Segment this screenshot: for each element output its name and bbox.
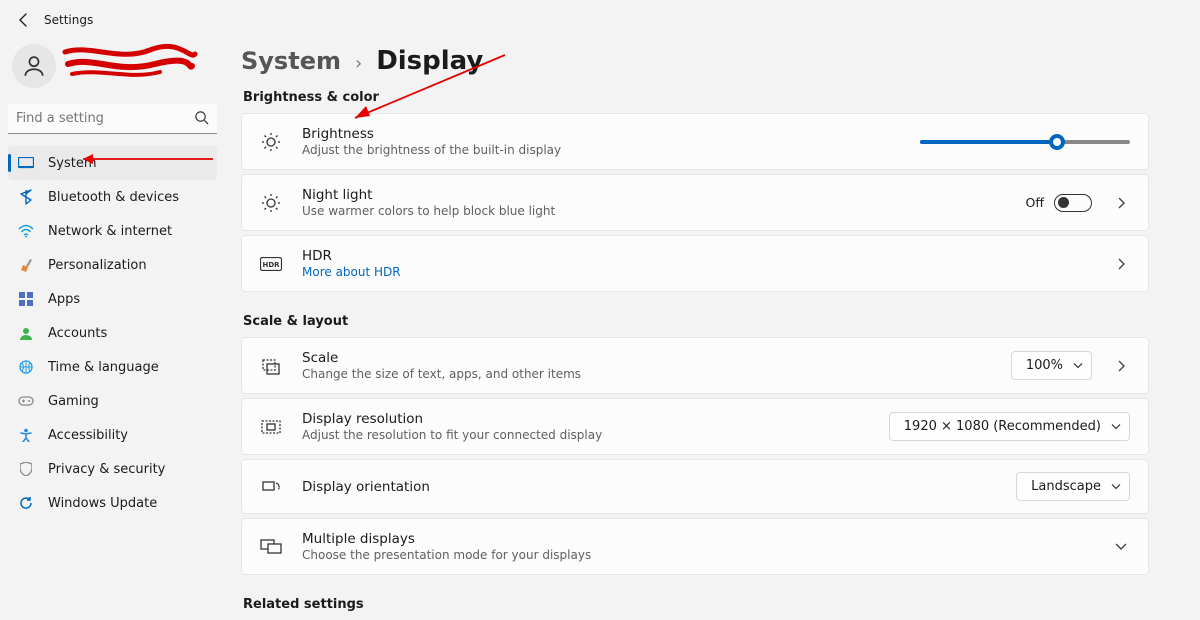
- main-content: System › Display Brightness & color Brig…: [225, 40, 1185, 620]
- scale-value: 100%: [1026, 358, 1063, 373]
- orientation-title: Display orientation: [302, 479, 996, 495]
- sidebar-item-label: Apps: [48, 292, 80, 307]
- bluetooth-icon: [18, 189, 34, 205]
- chevron-down-icon: [1073, 358, 1083, 373]
- brightness-title: Brightness: [302, 126, 900, 142]
- multiple-displays-icon: [260, 536, 282, 558]
- apps-icon: [18, 291, 34, 307]
- sidebar-item-label: Gaming: [48, 394, 99, 409]
- sidebar-item-system[interactable]: System: [8, 146, 217, 180]
- hdr-title: HDR: [302, 248, 1092, 264]
- chevron-down-icon: [1111, 419, 1121, 434]
- sun-icon: [260, 131, 282, 153]
- orientation-card[interactable]: Display orientation Landscape: [241, 459, 1149, 514]
- chevron-down-icon[interactable]: [1112, 538, 1130, 556]
- chevron-down-icon: [1111, 479, 1121, 494]
- section-heading-brightness-color: Brightness & color: [243, 90, 1149, 105]
- orientation-icon: [260, 476, 282, 498]
- scale-card[interactable]: Scale Change the size of text, apps, and…: [241, 337, 1149, 394]
- back-button[interactable]: [10, 6, 38, 34]
- breadcrumb-parent[interactable]: System: [241, 47, 341, 75]
- night-light-toggle[interactable]: [1054, 194, 1092, 212]
- gamepad-icon: [18, 393, 34, 409]
- breadcrumb-separator: ›: [355, 53, 362, 74]
- sidebar-item-label: Personalization: [48, 258, 147, 273]
- sidebar-item-windows-update[interactable]: Windows Update: [8, 486, 217, 520]
- hdr-icon: HDR: [260, 253, 282, 275]
- scale-icon: [260, 355, 282, 377]
- brightness-card[interactable]: Brightness Adjust the brightness of the …: [241, 113, 1149, 170]
- multiple-displays-card[interactable]: Multiple displays Choose the presentatio…: [241, 518, 1149, 575]
- sidebar-item-label: Accounts: [48, 326, 107, 341]
- multiple-displays-title: Multiple displays: [302, 531, 1092, 547]
- breadcrumb: System › Display: [241, 46, 1149, 76]
- sidebar-item-time-language[interactable]: Time & language: [8, 350, 217, 384]
- chevron-right-icon[interactable]: [1112, 194, 1130, 212]
- sidebar: System Bluetooth & devices Network & int…: [0, 40, 225, 620]
- sidebar-item-label: System: [48, 156, 96, 171]
- night-light-toggle-label: Off: [1026, 195, 1044, 210]
- orientation-dropdown[interactable]: Landscape: [1016, 472, 1130, 501]
- sidebar-item-personalization[interactable]: Personalization: [8, 248, 217, 282]
- svg-text:HDR: HDR: [262, 261, 280, 269]
- night-light-card[interactable]: Night light Use warmer colors to help bl…: [241, 174, 1149, 231]
- sidebar-item-label: Windows Update: [48, 496, 157, 511]
- update-icon: [18, 495, 34, 511]
- multiple-displays-sub: Choose the presentation mode for your di…: [302, 548, 1092, 562]
- search-icon: [194, 110, 209, 129]
- scale-dropdown[interactable]: 100%: [1011, 351, 1092, 380]
- resolution-card[interactable]: Display resolution Adjust the resolution…: [241, 398, 1149, 455]
- chevron-right-icon[interactable]: [1112, 357, 1130, 375]
- resolution-title: Display resolution: [302, 411, 869, 427]
- wifi-icon: [18, 223, 34, 239]
- resolution-icon: [260, 416, 282, 438]
- profile-block[interactable]: [8, 40, 217, 100]
- chevron-right-icon[interactable]: [1112, 255, 1130, 273]
- accessibility-icon: [18, 427, 34, 443]
- sidebar-item-apps[interactable]: Apps: [8, 282, 217, 316]
- orientation-value: Landscape: [1031, 479, 1101, 494]
- brush-icon: [18, 257, 34, 273]
- search-input[interactable]: [8, 104, 217, 134]
- scale-title: Scale: [302, 350, 991, 366]
- window-title: Settings: [44, 13, 93, 27]
- brightness-slider[interactable]: [920, 140, 1130, 144]
- resolution-sub: Adjust the resolution to fit your connec…: [302, 428, 869, 442]
- accounts-icon: [18, 325, 34, 341]
- section-heading-scale-layout: Scale & layout: [243, 314, 1149, 329]
- section-heading-related: Related settings: [243, 597, 1149, 612]
- redaction-scribble: [60, 40, 200, 84]
- sidebar-item-bluetooth[interactable]: Bluetooth & devices: [8, 180, 217, 214]
- avatar: [12, 44, 56, 88]
- sidebar-item-gaming[interactable]: Gaming: [8, 384, 217, 418]
- hdr-link[interactable]: More about HDR: [302, 265, 1092, 279]
- sidebar-item-accounts[interactable]: Accounts: [8, 316, 217, 350]
- resolution-value: 1920 × 1080 (Recommended): [904, 419, 1101, 434]
- sidebar-item-privacy[interactable]: Privacy & security: [8, 452, 217, 486]
- night-light-sub: Use warmer colors to help block blue lig…: [302, 204, 1006, 218]
- sidebar-item-network[interactable]: Network & internet: [8, 214, 217, 248]
- night-light-title: Night light: [302, 187, 1006, 203]
- resolution-dropdown[interactable]: 1920 × 1080 (Recommended): [889, 412, 1130, 441]
- sidebar-item-label: Network & internet: [48, 224, 172, 239]
- hdr-card[interactable]: HDR HDR More about HDR: [241, 235, 1149, 292]
- shield-icon: [18, 461, 34, 477]
- sidebar-item-label: Bluetooth & devices: [48, 190, 179, 205]
- sidebar-item-accessibility[interactable]: Accessibility: [8, 418, 217, 452]
- page-title: Display: [376, 46, 483, 76]
- globe-icon: [18, 359, 34, 375]
- scale-sub: Change the size of text, apps, and other…: [302, 367, 991, 381]
- sidebar-item-label: Accessibility: [48, 428, 128, 443]
- sidebar-item-label: Privacy & security: [48, 462, 165, 477]
- brightness-sub: Adjust the brightness of the built-in di…: [302, 143, 900, 157]
- sidebar-item-label: Time & language: [48, 360, 159, 375]
- night-light-icon: [260, 192, 282, 214]
- system-icon: [18, 155, 34, 171]
